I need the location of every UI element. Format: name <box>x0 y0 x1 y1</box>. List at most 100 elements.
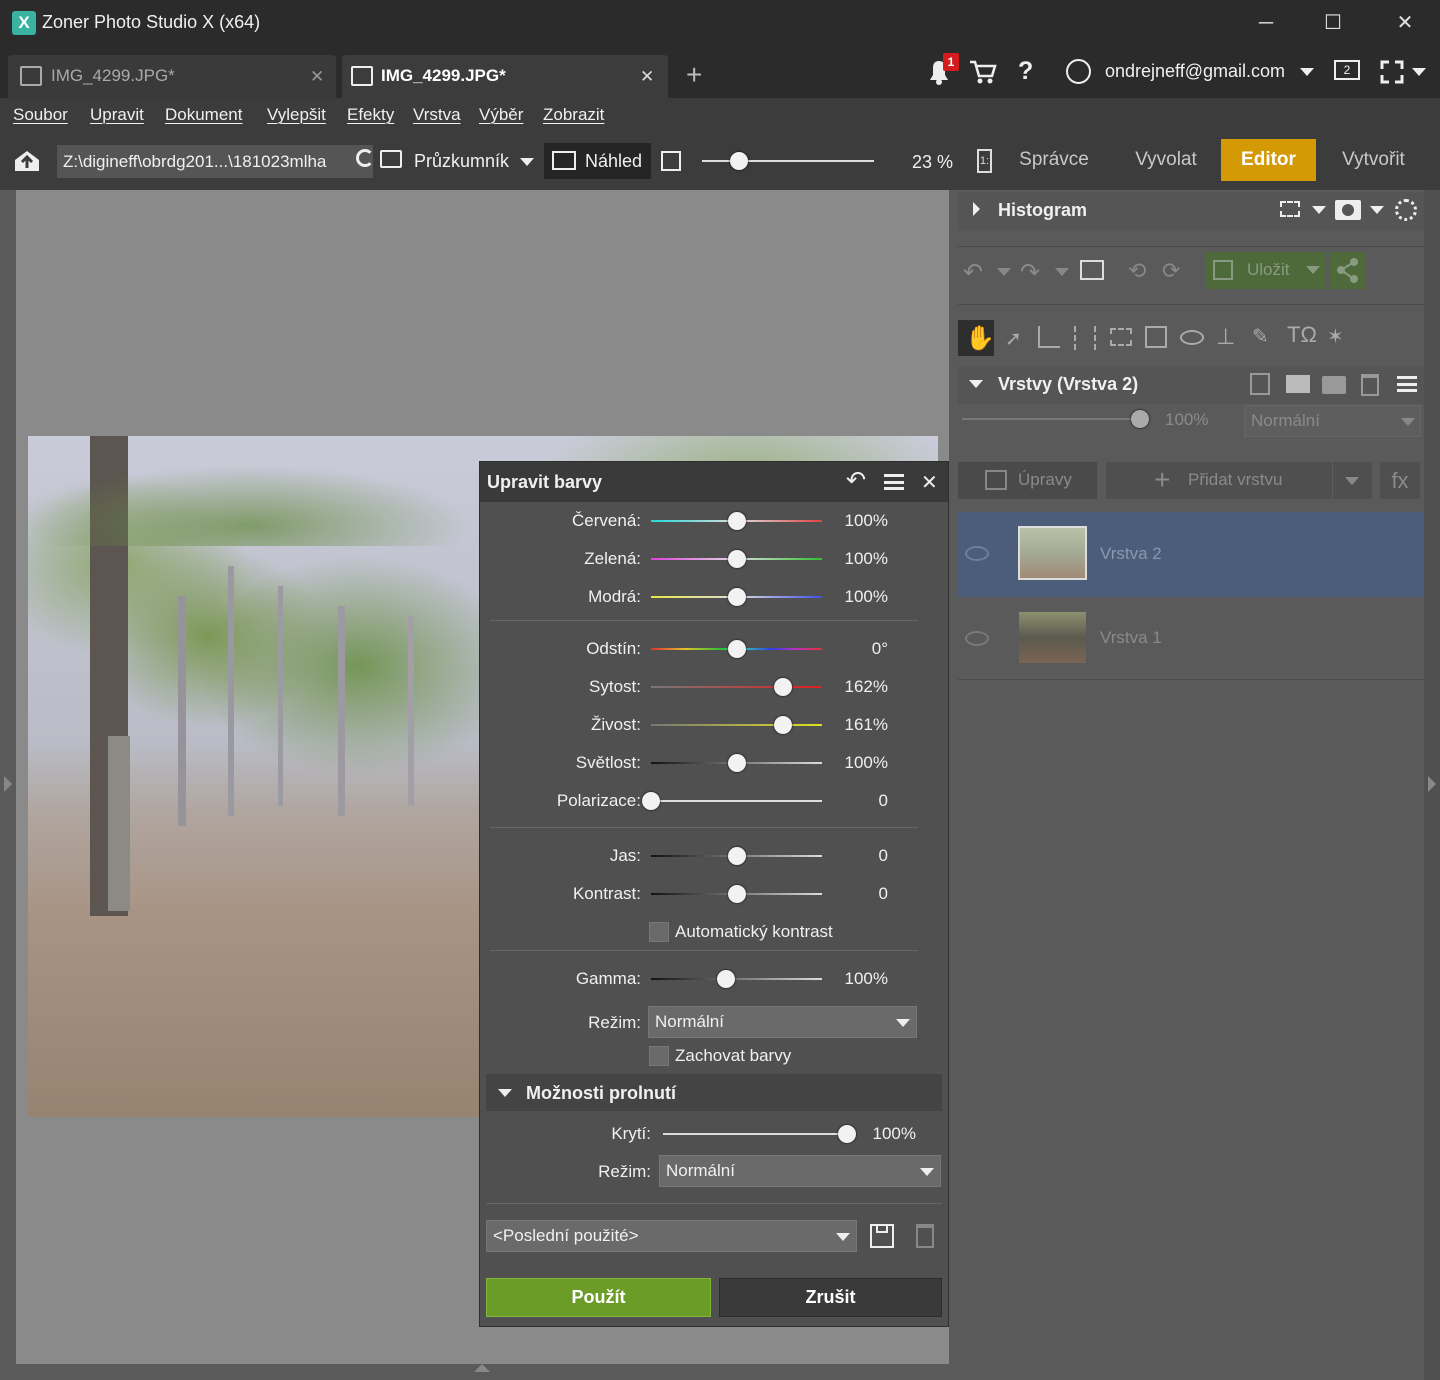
blue-slider-handle[interactable] <box>727 588 746 606</box>
tab-close-icon[interactable]: ✕ <box>640 67 654 87</box>
layer-mask-icon[interactable] <box>1286 375 1310 393</box>
eye-tool-icon[interactable] <box>1180 330 1204 345</box>
visibility-eye-icon[interactable] <box>965 631 989 646</box>
tab-close-icon[interactable]: ✕ <box>310 67 324 87</box>
add-layer-dropdown-icon[interactable] <box>1345 477 1359 485</box>
layer-row-selected[interactable]: Vrstva 2 <box>958 512 1424 597</box>
duplicate-layer-icon[interactable] <box>1250 373 1270 395</box>
saturation-slider-handle[interactable] <box>773 678 792 696</box>
menu-soubor[interactable]: Soubor <box>13 105 68 125</box>
add-layer-button[interactable]: + Přidat vrstvu <box>1106 462 1372 499</box>
brush-tool-icon[interactable]: ✎ <box>1252 324 1269 349</box>
vibrance-slider[interactable] <box>651 724 822 726</box>
explorer-dropdown-icon[interactable] <box>520 158 534 166</box>
rotate-right-icon[interactable]: ⟳ <box>1162 258 1180 284</box>
expand-arrow-icon[interactable] <box>973 202 980 216</box>
mask-icon[interactable] <box>1335 200 1361 220</box>
selection-icon[interactable] <box>1280 201 1300 217</box>
select-tool-icon[interactable]: ➚ <box>1005 326 1022 351</box>
trash-icon[interactable] <box>1361 374 1379 396</box>
fullscreen-dropdown-icon[interactable] <box>1412 68 1426 76</box>
selection-dropdown-icon[interactable] <box>1312 206 1326 214</box>
gear-icon[interactable] <box>1395 199 1417 221</box>
adjustments-button[interactable]: Úpravy <box>958 462 1097 499</box>
open-external-icon[interactable] <box>661 151 681 171</box>
cancel-button[interactable]: Zrušit <box>719 1278 942 1317</box>
document-tab-inactive[interactable]: IMG_4299.JPG* ✕ <box>8 55 336 98</box>
save-preset-icon[interactable] <box>870 1224 894 1248</box>
hue-slider-handle[interactable] <box>727 640 746 658</box>
polarization-slider[interactable] <box>651 800 822 802</box>
account-email[interactable]: ondrejneff@gmail.com <box>1105 61 1285 82</box>
auto-contrast-checkbox[interactable] <box>649 922 669 942</box>
close-window-button[interactable]: ✕ <box>1385 8 1425 38</box>
collapse-arrow-icon[interactable] <box>969 380 983 388</box>
menu-zobrazit[interactable]: Zobrazit <box>543 105 604 125</box>
opacity-slider[interactable] <box>663 1133 847 1135</box>
help-button[interactable]: ? <box>1018 57 1033 86</box>
shop-button[interactable] <box>968 58 998 91</box>
delete-preset-icon[interactable] <box>916 1224 934 1248</box>
transform-tool-icon[interactable] <box>1145 326 1167 348</box>
rotate-left-icon[interactable]: ⟲ <box>1128 258 1146 284</box>
minimize-button[interactable]: ─ <box>1246 8 1286 38</box>
account-dropdown-icon[interactable] <box>1300 68 1314 76</box>
preview-button[interactable]: Náhled <box>544 143 651 179</box>
vibrance-slider-handle[interactable] <box>773 716 792 734</box>
layer-row[interactable]: Vrstva 1 <box>958 597 1424 680</box>
keep-colors-checkbox[interactable] <box>649 1046 669 1066</box>
module-editor[interactable]: Editor <box>1221 139 1316 181</box>
mask-dropdown-icon[interactable] <box>1370 206 1384 214</box>
folder-icon[interactable] <box>1322 376 1346 394</box>
zoom-slider[interactable] <box>702 160 874 162</box>
expand-left-panel-icon[interactable] <box>4 776 12 792</box>
layer-opacity-handle[interactable] <box>1131 410 1149 428</box>
mode-select[interactable]: Normální <box>648 1006 917 1038</box>
polarization-slider-handle[interactable] <box>642 792 660 810</box>
path-input[interactable]: Z:\digineff\obrdg201...\181023mlha <box>57 145 373 178</box>
module-vyvolat[interactable]: Vyvolat <box>1116 139 1216 181</box>
lightness-slider-handle[interactable] <box>727 754 746 772</box>
dialog-close-icon[interactable]: ✕ <box>921 470 938 495</box>
apply-button[interactable]: Použít <box>486 1278 711 1317</box>
blend-mode-dropdown-icon[interactable] <box>920 1168 934 1176</box>
perspective-tool-icon[interactable] <box>1074 326 1096 350</box>
module-vytvorit[interactable]: Vytvořit <box>1326 139 1421 181</box>
green-slider-handle[interactable] <box>727 550 746 568</box>
blend-mode-select[interactable]: Normální <box>659 1155 941 1187</box>
refresh-icon[interactable] <box>356 149 374 167</box>
stamp-tool-icon[interactable]: ⊥ <box>1216 324 1235 350</box>
red-slider-handle[interactable] <box>727 512 746 530</box>
preset-select[interactable]: <Poslední použité> <box>486 1220 857 1252</box>
crop-tool-icon[interactable] <box>1038 326 1060 348</box>
menu-vrstva[interactable]: Vrstva <box>413 105 461 125</box>
redo-icon[interactable]: ↷ <box>1020 258 1040 287</box>
monitor-icon[interactable]: 2 <box>1334 60 1360 80</box>
layer-blend-select[interactable]: Normální <box>1244 405 1421 437</box>
text-tool-icon[interactable]: TΩ <box>1287 322 1317 348</box>
menu-dokument[interactable]: Dokument <box>165 105 242 125</box>
mode-dropdown-icon[interactable] <box>896 1019 910 1027</box>
save-dropdown-icon[interactable] <box>1306 266 1320 274</box>
image-icon[interactable] <box>1080 260 1104 280</box>
reset-icon[interactable]: ↶ <box>846 466 866 495</box>
selection-tool-icon[interactable] <box>1110 328 1132 346</box>
new-tab-button[interactable]: + <box>686 59 702 91</box>
blend-dropdown-icon[interactable] <box>1401 418 1415 426</box>
module-spravce[interactable]: Správce <box>1004 139 1104 181</box>
undo-dropdown-icon[interactable] <box>997 268 1011 276</box>
layers-menu-icon[interactable] <box>1397 376 1417 392</box>
menu-vylepsit[interactable]: Vylepšit <box>267 105 326 125</box>
collapse-right-panel-icon[interactable] <box>1428 776 1436 792</box>
dialog-menu-icon[interactable] <box>884 474 904 490</box>
saturation-slider[interactable] <box>651 686 822 688</box>
contrast-slider-handle[interactable] <box>727 885 746 903</box>
brightness-slider-handle[interactable] <box>727 847 746 865</box>
layer-opacity-slider[interactable] <box>962 418 1140 420</box>
gamma-slider[interactable] <box>651 978 822 980</box>
undo-icon[interactable]: ↶ <box>963 258 983 287</box>
redo-dropdown-icon[interactable] <box>1055 268 1069 276</box>
save-button[interactable]: Uložit <box>1205 252 1325 289</box>
zoom-slider-handle[interactable] <box>730 152 748 170</box>
actual-size-icon[interactable]: 1: <box>977 149 992 173</box>
